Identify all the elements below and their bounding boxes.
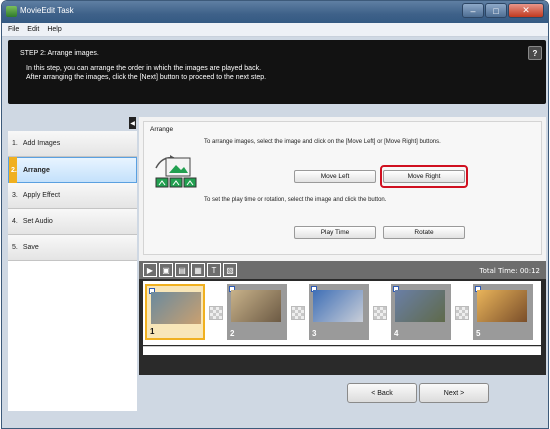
status-bar: [2, 417, 548, 428]
delete-icon[interactable]: ▧: [223, 263, 237, 277]
clip-index: 5: [476, 329, 481, 338]
arrange-images-icon: [155, 155, 197, 188]
text-icon[interactable]: T: [207, 263, 221, 277]
title-bar[interactable]: MovieEdit Task – □ ✕: [2, 1, 548, 23]
move-right-highlight: [380, 165, 468, 188]
total-time: Total Time: 00:12: [479, 267, 540, 275]
close-button[interactable]: ✕: [508, 3, 544, 18]
clip-thumbnail[interactable]: 4: [391, 284, 451, 340]
menu-edit[interactable]: Edit: [27, 26, 39, 33]
sidebar-item-label: Save: [22, 244, 39, 251]
clip-strip: 1 2 3 4 5: [143, 281, 541, 345]
window-title: MovieEdit Task: [20, 6, 74, 15]
clip-index: 1: [150, 327, 155, 336]
transition-icon[interactable]: [373, 306, 387, 320]
timeline-toolbar: ▶ ▣ ▤ ▦ T ▧ Total Time: 00:12: [139, 261, 546, 279]
arrange-panel: Arrange To arrange images, select the im…: [143, 121, 542, 255]
minimize-button[interactable]: –: [462, 3, 484, 18]
sidebar-item-add-images[interactable]: 1. Add Images: [8, 131, 137, 157]
transition-icon[interactable]: [455, 306, 469, 320]
window-controls: – □ ✕: [462, 3, 544, 18]
wizard-footer: < Back Next >: [139, 377, 546, 417]
help-button[interactable]: ?: [528, 46, 542, 60]
photo-frame-icon[interactable]: ▦: [191, 263, 205, 277]
clip-thumbnail[interactable]: 5: [473, 284, 533, 340]
instruction-banner: STEP 2: Arrange images. In this step, yo…: [8, 40, 546, 104]
clip-index: 2: [230, 329, 235, 338]
menu-help[interactable]: Help: [47, 26, 61, 33]
step-number: 5.: [12, 244, 18, 251]
sidebar-item-save[interactable]: 5. Save: [8, 235, 137, 261]
step-number: 3.: [12, 192, 18, 199]
clip-image: [151, 292, 201, 324]
sidebar-item-arrange[interactable]: 2. Arrange: [8, 157, 137, 183]
play-time-instructions: To set the play time or rotation, select…: [204, 197, 387, 203]
clip-image: [395, 290, 445, 322]
next-button[interactable]: Next >: [419, 383, 489, 403]
sidebar-item-apply-effect[interactable]: 3. Apply Effect: [8, 183, 137, 209]
transition-icon[interactable]: [209, 306, 223, 320]
step-number: 2.: [9, 157, 17, 183]
sidebar-item-set-audio[interactable]: 4. Set Audio: [8, 209, 137, 235]
app-icon: [6, 6, 17, 17]
clip-index: 3: [312, 329, 317, 338]
arrange-area: Arrange To arrange images, select the im…: [139, 117, 546, 261]
rotate-button[interactable]: Rotate: [383, 226, 465, 239]
clip-index: 4: [394, 329, 399, 338]
play-icon[interactable]: ▶: [143, 263, 157, 277]
menu-file[interactable]: File: [8, 26, 19, 33]
clip-thumbnail[interactable]: 3: [309, 284, 369, 340]
step-number: 1.: [12, 140, 18, 147]
arrange-instructions: To arrange images, select the image and …: [204, 139, 441, 145]
step-sidebar: 1. Add Images 2. Arrange 3. Apply Effect…: [8, 131, 137, 411]
instruction-line-2: After arranging the images, click the [N…: [26, 74, 267, 81]
instruction-line-1: In this step, you can arrange the order …: [26, 65, 262, 72]
collapse-sidebar-icon[interactable]: ◀: [129, 117, 136, 129]
step-number: 4.: [12, 218, 18, 225]
sidebar-item-label: Apply Effect: [22, 192, 61, 199]
back-button[interactable]: < Back: [347, 383, 417, 403]
sidebar-item-label: Set Audio: [22, 218, 53, 225]
clip-thumbnail[interactable]: 2: [227, 284, 287, 340]
move-left-button[interactable]: Move Left: [294, 170, 376, 183]
transition-icon[interactable]: [291, 306, 305, 320]
clip-thumbnail[interactable]: 1: [145, 284, 205, 340]
clip-image: [231, 290, 281, 322]
movieedit-window: MovieEdit Task – □ ✕ File Edit Help STEP…: [1, 0, 549, 429]
clip-image: [313, 290, 363, 322]
play-time-button[interactable]: Play Time: [294, 226, 376, 239]
sidebar-item-label: Arrange: [23, 166, 50, 174]
menu-bar: File Edit Help: [2, 23, 548, 37]
arrange-heading: Arrange: [150, 126, 174, 133]
timeline-panel: ▶ ▣ ▤ ▦ T ▧ Total Time: 00:12 1 2 3 4 5: [139, 261, 546, 375]
timeline-scrollbar[interactable]: [143, 346, 541, 355]
maximize-button[interactable]: □: [485, 3, 507, 18]
step-title: STEP 2: Arrange images.: [20, 50, 99, 57]
photo-add-icon[interactable]: ▤: [175, 263, 189, 277]
clip-image: [477, 290, 527, 322]
photo-icon[interactable]: ▣: [159, 263, 173, 277]
sidebar-item-label: Add Images: [22, 140, 61, 147]
